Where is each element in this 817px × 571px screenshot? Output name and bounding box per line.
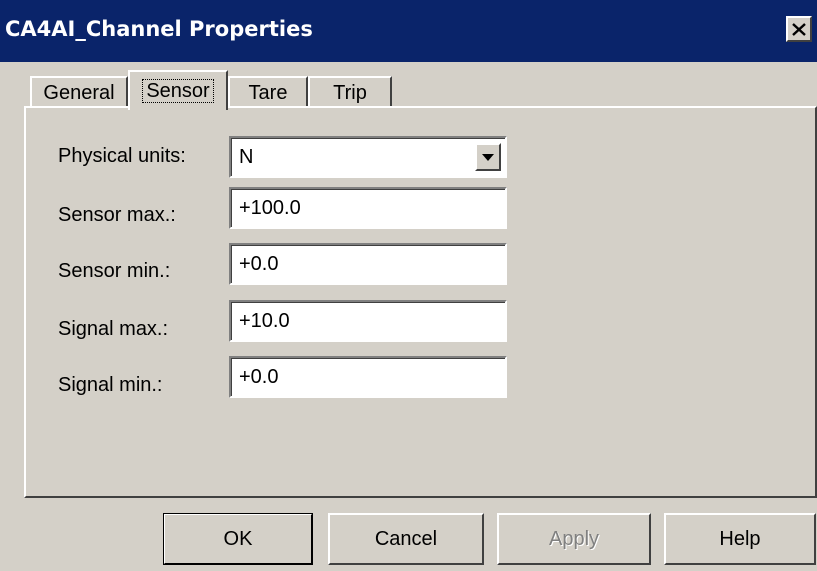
help-button-label: Help [719,527,761,550]
tab-sensor[interactable]: Sensor [128,70,228,110]
cancel-button[interactable]: Cancel [328,513,484,565]
tab-tare-label: Tare [248,81,288,104]
tab-general[interactable]: General [30,76,128,108]
ok-button-label: OK [223,527,253,550]
tab-trip[interactable]: Trip [308,76,392,108]
signal-max-label: Signal max.: [58,318,169,340]
signal-max-input[interactable] [229,300,507,342]
physical-units-value: N [239,146,254,168]
tab-trip-label: Trip [333,81,367,104]
physical-units-select[interactable]: N [229,136,507,178]
sensor-min-input[interactable] [229,243,507,285]
tab-general-label: General [43,81,115,104]
tab-sensor-label: Sensor [142,79,214,103]
chevron-down-icon [482,153,494,161]
apply-button[interactable]: Apply [497,513,651,565]
title-bar: CA4AI_Channel Properties [0,0,817,62]
signal-min-label: Signal min.: [58,374,163,396]
close-button[interactable] [786,16,812,42]
close-icon [792,22,806,36]
sensor-min-label: Sensor min.: [58,260,171,282]
window-title: CA4AI_Channel Properties [5,17,313,41]
tab-tare[interactable]: Tare [228,76,308,108]
ok-button[interactable]: OK [163,513,313,565]
sensor-max-input[interactable] [229,187,507,229]
dropdown-button[interactable] [475,143,501,171]
apply-button-label: Apply [548,527,600,550]
signal-min-input[interactable] [229,356,507,398]
physical-units-label: Physical units: [58,145,186,167]
sensor-max-label: Sensor max.: [58,204,176,226]
cancel-button-label: Cancel [374,527,438,550]
help-button[interactable]: Help [664,513,816,565]
